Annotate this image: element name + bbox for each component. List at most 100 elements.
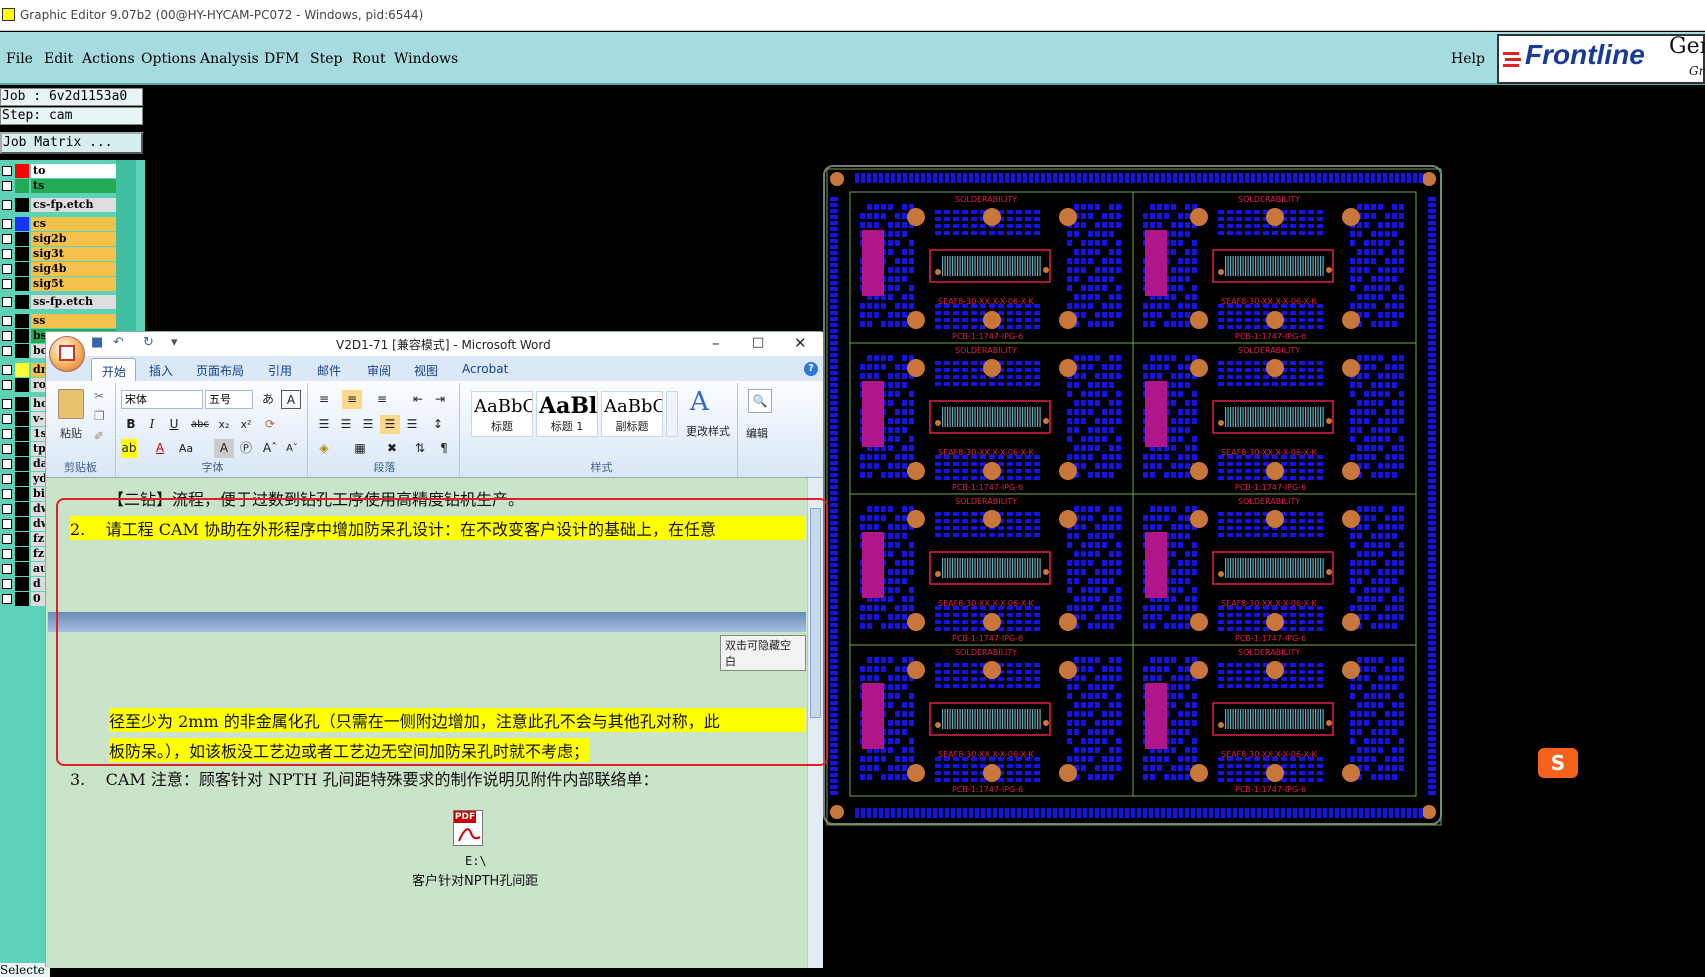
copy-icon[interactable]: ❐ — [94, 409, 105, 423]
layer-checkbox[interactable] — [2, 279, 12, 289]
pdf-attachment-icon[interactable]: PDF — [453, 810, 483, 846]
style-title[interactable]: AaBbC 标题 — [471, 391, 533, 437]
layer-checkbox[interactable] — [2, 459, 12, 469]
style-heading1[interactable]: AaBl 标题 1 — [536, 391, 598, 437]
menu-analysis[interactable]: Analysis — [200, 51, 259, 67]
strikethrough-button[interactable]: abc — [190, 415, 210, 434]
job-matrix-button[interactable]: Job Matrix ... — [0, 132, 143, 154]
layer-row-1[interactable]: ts — [0, 179, 116, 193]
office-button[interactable] — [49, 336, 85, 372]
minimize-button[interactable]: – — [712, 334, 720, 352]
layer-checkbox[interactable] — [2, 399, 12, 409]
italic-button[interactable]: I — [142, 415, 162, 434]
paste-icon[interactable] — [58, 389, 84, 419]
tab-insert[interactable]: 插入 — [149, 362, 173, 379]
layer-checkbox[interactable] — [2, 444, 12, 454]
styles-scroll[interactable] — [666, 391, 678, 437]
align-center-icon[interactable]: ☰ — [336, 415, 356, 434]
tab-view[interactable]: 视图 — [414, 362, 438, 379]
maximize-button[interactable]: □ — [752, 334, 764, 352]
show-marks-icon[interactable]: ¶ — [434, 439, 454, 458]
layer-checkbox[interactable] — [2, 249, 12, 259]
clear-format-icon[interactable]: ⟳ — [260, 415, 280, 434]
sort-icon[interactable]: ⇅ — [410, 439, 430, 458]
layer-checkbox[interactable] — [2, 365, 12, 375]
tab-acrobat[interactable]: Acrobat — [462, 362, 508, 376]
layer-checkbox[interactable] — [2, 414, 12, 424]
shrink-font-icon[interactable]: Aˇ — [282, 439, 302, 458]
layer-checkbox[interactable] — [2, 166, 12, 176]
layer-checkbox[interactable] — [2, 594, 12, 604]
layer-row-9[interactable]: ss — [0, 314, 116, 328]
grow-font-icon[interactable]: Aˆ — [260, 439, 280, 458]
layer-row-8[interactable]: ss-fp.etch — [0, 295, 116, 309]
menu-options[interactable]: Options — [141, 51, 196, 67]
layer-checkbox[interactable] — [2, 297, 12, 307]
superscript-button[interactable]: x² — [236, 415, 256, 434]
find-icon[interactable]: 🔍 — [748, 389, 772, 413]
layer-row-0[interactable]: to — [0, 164, 116, 178]
numbering-icon[interactable]: ≡ — [342, 390, 362, 409]
layer-checkbox[interactable] — [2, 564, 12, 574]
layer-row-4[interactable]: sig2b — [0, 232, 116, 246]
style-subtitle[interactable]: AaBbC 副标题 — [601, 391, 663, 437]
menu-step[interactable]: Step — [310, 51, 342, 67]
bold-button[interactable]: B — [121, 415, 141, 434]
layer-row-3[interactable]: cs — [0, 217, 116, 231]
tab-review[interactable]: 审阅 — [367, 362, 391, 379]
distribute-icon[interactable]: ☰ — [402, 415, 422, 434]
underline-button[interactable]: U — [164, 415, 184, 434]
change-styles-icon[interactable]: A — [690, 387, 709, 417]
menu-file[interactable]: File — [6, 51, 33, 67]
tab-references[interactable]: 引用 — [268, 362, 292, 379]
borders-icon[interactable]: ▦ — [350, 439, 370, 458]
customize-qat-icon[interactable]: ▾ — [171, 336, 185, 350]
layer-checkbox[interactable] — [2, 504, 12, 514]
layer-checkbox[interactable] — [2, 316, 12, 326]
subscript-button[interactable]: x₂ — [214, 415, 234, 434]
font-size-select[interactable]: 五号 — [205, 390, 253, 409]
menu-dfm[interactable]: DFM — [264, 51, 299, 67]
redo-icon[interactable]: ↻ — [143, 336, 157, 350]
menu-edit[interactable]: Edit — [44, 51, 73, 67]
change-case-icon[interactable]: Aa — [176, 439, 196, 458]
chinese-layout-icon[interactable]: ✖ — [382, 439, 402, 458]
tab-mailings[interactable]: 邮件 — [317, 362, 341, 379]
layer-checkbox[interactable] — [2, 200, 12, 210]
editing-label[interactable]: 编辑 — [746, 425, 768, 441]
char-shading-icon[interactable]: A — [214, 439, 234, 458]
layer-checkbox[interactable] — [2, 489, 12, 499]
layer-checkbox[interactable] — [2, 234, 12, 244]
highlight-icon[interactable]: ab — [121, 439, 137, 458]
save-icon[interactable]: ■ — [91, 336, 105, 350]
menu-windows[interactable]: Windows — [394, 51, 458, 67]
layer-checkbox[interactable] — [2, 331, 12, 341]
multilevel-list-icon[interactable]: ≡ — [372, 390, 392, 409]
layer-checkbox[interactable] — [2, 474, 12, 484]
font-name-select[interactable]: 宋体 — [121, 390, 203, 409]
menu-help[interactable]: Help — [1451, 51, 1485, 67]
font-color-icon[interactable]: A — [150, 439, 170, 458]
tab-home[interactable]: 开始 — [91, 358, 136, 381]
paste-label[interactable]: 粘贴 — [60, 425, 82, 441]
align-left-icon[interactable]: ☰ — [314, 415, 334, 434]
format-painter-icon[interactable]: ✐ — [94, 429, 104, 443]
change-styles-label[interactable]: 更改样式 — [686, 423, 730, 439]
layer-checkbox[interactable] — [2, 380, 12, 390]
layer-checkbox[interactable] — [2, 219, 12, 229]
help-icon[interactable]: ? — [804, 362, 818, 376]
justify-icon[interactable]: ☰ — [380, 415, 400, 434]
layer-row-5[interactable]: sig3t — [0, 247, 116, 261]
menu-actions[interactable]: Actions — [82, 51, 135, 67]
layer-checkbox[interactable] — [2, 549, 12, 559]
shading-icon[interactable]: ◈ — [314, 439, 334, 458]
layer-row-7[interactable]: sig5t — [0, 277, 116, 291]
enclose-char-icon[interactable]: Ⓟ — [236, 439, 256, 458]
layer-checkbox[interactable] — [2, 579, 12, 589]
increase-indent-icon[interactable]: ⇥ — [430, 390, 450, 409]
layer-checkbox[interactable] — [2, 264, 12, 274]
line-spacing-icon[interactable]: ↕ — [428, 415, 448, 434]
decrease-indent-icon[interactable]: ⇤ — [408, 390, 428, 409]
menu-rout[interactable]: Rout — [352, 51, 386, 67]
cut-icon[interactable]: ✂ — [94, 389, 104, 403]
